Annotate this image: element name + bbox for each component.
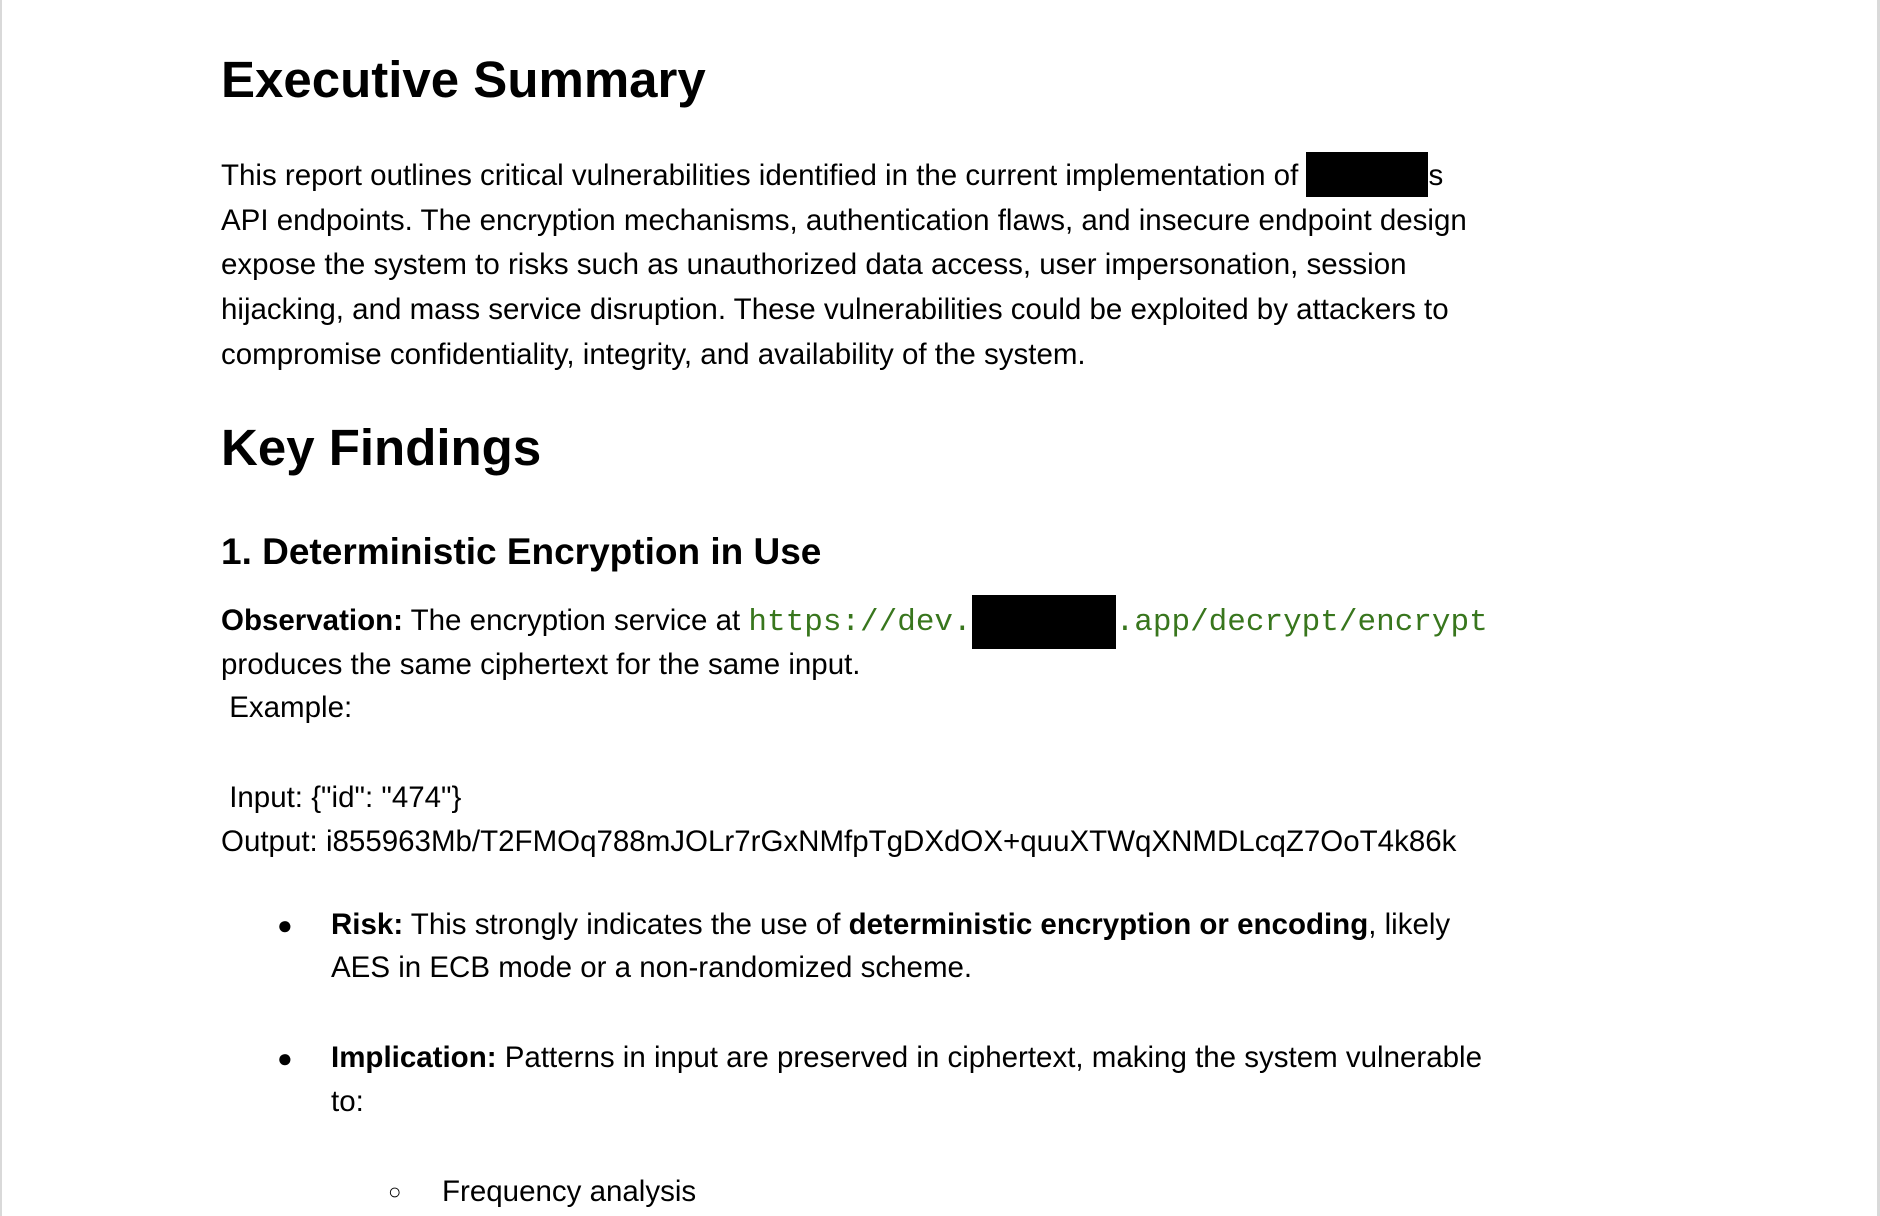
redaction-box (1306, 151, 1429, 197)
risk-bold: deterministic encryption or encoding (848, 908, 1369, 941)
summary-line-4: hijacking, and mass service disruption. … (221, 293, 1449, 326)
summary-line-1: This report outlines critical vulnerabil… (221, 151, 1444, 198)
example-input: Input: {"id": "474"} (221, 781, 462, 814)
example-output: Output: i855963Mb/T2FMOq788mJOLr7rGxNMfp… (221, 825, 1457, 858)
page-edge-left (0, 0, 2, 1216)
bullet-icon: ● (277, 910, 293, 940)
summary-line-2: API endpoints. The encryption mechanisms… (221, 204, 1467, 237)
summary-line-3: expose the system to risks such as unaut… (221, 248, 1407, 281)
observation-text: The encryption service at (402, 603, 749, 637)
observation-line: Observation: The encryption service at h… (221, 595, 1488, 649)
url-suffix: .app/decrypt/encrypt (1115, 604, 1488, 640)
summary-text: This report outlines critical vulnerabil… (221, 159, 1307, 192)
implication-line: Implication: Patterns in input are prese… (331, 1036, 1482, 1080)
url-prefix: https://dev. (748, 604, 972, 640)
observation-label: Observation: (221, 603, 403, 637)
implication-line-2: to: (331, 1085, 364, 1118)
sub-list-item: Frequency analysis (442, 1175, 697, 1208)
finding-1-title: 1. Deterministic Encryption in Use (221, 531, 822, 572)
risk-line-2: AES in ECB mode or a non-randomized sche… (331, 951, 973, 984)
implication-text: Patterns in input are preserved in ciphe… (496, 1041, 1483, 1074)
hollow-bullet-icon: ○ (388, 1179, 402, 1204)
implication-label: Implication: (331, 1041, 497, 1074)
risk-text-end: , likely (1368, 908, 1451, 941)
observation-line-2: produces the same ciphertext for the sam… (221, 648, 861, 681)
heading-key-findings: Key Findings (221, 419, 542, 476)
risk-text: This strongly indicates the use of (403, 908, 849, 941)
redaction-box (971, 595, 1116, 649)
summary-text-suffix: s (1428, 159, 1444, 192)
example-label: Example: (221, 691, 353, 724)
risk-label: Risk: (331, 908, 404, 941)
heading-executive-summary: Executive Summary (221, 51, 706, 108)
summary-line-5: compromise confidentiality, integrity, a… (221, 338, 1086, 371)
bullet-icon: ● (277, 1043, 293, 1073)
risk-line: Risk: This strongly indicates the use of… (331, 903, 1450, 947)
